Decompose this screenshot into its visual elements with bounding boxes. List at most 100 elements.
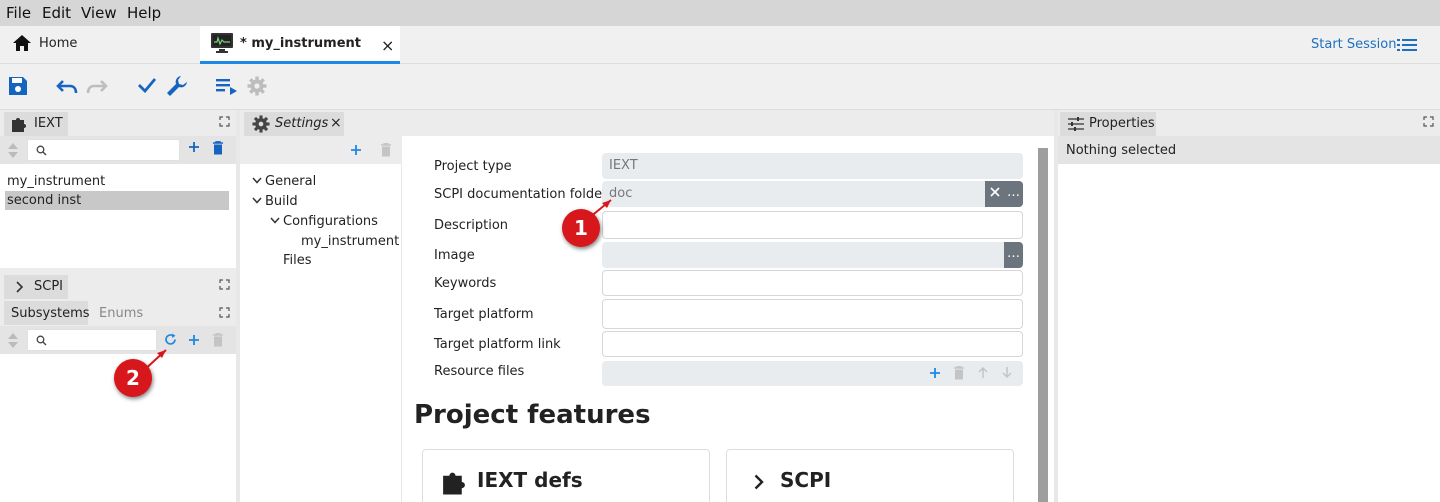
- tree-item-build[interactable]: Build: [265, 194, 298, 209]
- tab-close-icon[interactable]: ×: [381, 36, 394, 55]
- arrow-up-icon[interactable]: [977, 366, 989, 379]
- project-features-heading: Project features: [414, 400, 651, 430]
- wrench-icon[interactable]: [165, 74, 189, 98]
- checkmark-icon[interactable]: [137, 77, 157, 93]
- monitor-icon: [210, 32, 234, 54]
- delete-icon[interactable]: [212, 333, 224, 347]
- scpi-toolbar: [0, 326, 236, 354]
- menu-view[interactable]: View: [81, 4, 117, 22]
- chevron-right-icon: [754, 474, 764, 490]
- project-type-field: IEXT: [602, 153, 1023, 179]
- run-list-icon[interactable]: [216, 77, 238, 95]
- target-platform-link-input[interactable]: [602, 331, 1023, 357]
- delete-icon[interactable]: [953, 366, 965, 380]
- puzzle-icon: [440, 468, 468, 496]
- chevron-right-icon: [16, 281, 24, 293]
- document-tab-bar: Home * my_instrument × Start Session: [0, 26, 1440, 64]
- settings-gear-icon[interactable]: [247, 76, 267, 96]
- feature-card-scpi[interactable]: SCPI: [726, 449, 1014, 502]
- sliders-icon: [1068, 117, 1084, 131]
- menu-help[interactable]: Help: [127, 4, 161, 22]
- list-item-label: second inst: [7, 193, 82, 208]
- list-item-selected[interactable]: second inst: [5, 191, 229, 210]
- list-item-label: my_instrument: [7, 174, 106, 189]
- target-platform-label: Target platform: [434, 307, 534, 322]
- tree-item-files[interactable]: Files: [283, 253, 312, 268]
- field-buttons: …: [985, 181, 1023, 207]
- maximize-icon[interactable]: [219, 307, 230, 318]
- browse-button[interactable]: …: [1007, 246, 1020, 261]
- tree-item-config[interactable]: my_instrument: [301, 234, 399, 249]
- delete-icon[interactable]: [380, 143, 392, 157]
- settings-panel-title: Settings: [275, 116, 329, 131]
- feature-card-iext[interactable]: IEXT defs: [422, 449, 710, 502]
- tab-subsystems-label: Subsystems: [11, 306, 90, 321]
- iext-toolbar: [0, 136, 236, 164]
- puzzle-icon: [10, 115, 28, 133]
- description-input[interactable]: [602, 211, 1023, 239]
- scpi-doc-folder-field[interactable]: doc …: [602, 181, 1023, 207]
- target-platform-input[interactable]: [602, 299, 1023, 329]
- arrow-down-icon[interactable]: [1001, 366, 1013, 379]
- tab-home-label: Home: [39, 36, 78, 51]
- maximize-icon[interactable]: [219, 116, 230, 127]
- properties-panel-title: Properties: [1089, 116, 1155, 131]
- resource-files-label: Resource files: [434, 364, 525, 379]
- sort-arrows-icon[interactable]: [8, 143, 18, 158]
- redo-icon[interactable]: [86, 78, 108, 94]
- project-type-value: IEXT: [609, 158, 638, 173]
- tab-enums[interactable]: Enums: [92, 301, 152, 325]
- menu-bar: File Edit View Help: [0, 0, 1440, 26]
- refresh-icon[interactable]: [164, 333, 177, 346]
- tab-iext[interactable]: IEXT: [4, 112, 68, 136]
- annotation-badge-1: 1: [562, 209, 600, 247]
- scrollbar-thumb[interactable]: [1038, 148, 1048, 502]
- tab-enums-label: Enums: [99, 306, 144, 321]
- clear-icon[interactable]: [990, 187, 1000, 197]
- add-icon[interactable]: [350, 144, 362, 156]
- list-menu-icon[interactable]: [1397, 38, 1417, 52]
- tree-item-configurations[interactable]: Configurations: [283, 214, 378, 229]
- list-item[interactable]: my_instrument: [5, 172, 229, 191]
- tab-subsystems[interactable]: Subsystems: [4, 301, 90, 325]
- chevron-down-icon[interactable]: [252, 197, 262, 204]
- image-field[interactable]: …: [602, 242, 1023, 268]
- add-icon[interactable]: [188, 141, 200, 153]
- add-icon[interactable]: [188, 334, 200, 346]
- undo-icon[interactable]: [56, 78, 78, 94]
- settings-tree-pane: General Build Configurations my_instrume…: [240, 136, 402, 502]
- chevron-down-icon[interactable]: [270, 217, 280, 224]
- iext-list: my_instrument second inst: [0, 164, 236, 268]
- project-type-label: Project type: [434, 159, 512, 174]
- start-session-link[interactable]: Start Session: [1311, 37, 1397, 52]
- save-icon[interactable]: [8, 76, 28, 96]
- tab-my-instrument[interactable]: * my_instrument ×: [200, 26, 400, 64]
- target-platform-link-label: Target platform link: [434, 337, 561, 352]
- nothing-selected-text: Nothing selected: [1066, 143, 1177, 158]
- tab-close-icon[interactable]: ×: [330, 115, 342, 131]
- home-icon: [12, 34, 32, 52]
- scpi-panel-header: SCPI: [0, 273, 236, 299]
- add-icon[interactable]: [929, 367, 941, 379]
- search-icon: [36, 335, 47, 346]
- sort-arrows-icon[interactable]: [8, 333, 18, 348]
- tab-home[interactable]: Home: [0, 26, 200, 64]
- menu-edit[interactable]: Edit: [42, 4, 71, 22]
- field-buttons: …: [1004, 242, 1023, 268]
- iext-search-input[interactable]: [27, 139, 180, 161]
- tab-properties[interactable]: Properties: [1060, 112, 1156, 136]
- keywords-input[interactable]: [602, 270, 1023, 296]
- maximize-icon[interactable]: [219, 279, 230, 290]
- menu-file[interactable]: File: [6, 4, 31, 22]
- feature-card-title: IEXT defs: [477, 468, 583, 492]
- tab-scpi[interactable]: SCPI: [4, 275, 68, 299]
- maximize-icon[interactable]: [1423, 116, 1434, 127]
- gear-icon: [252, 115, 270, 133]
- delete-icon[interactable]: [212, 141, 224, 155]
- scpi-panel-title: SCPI: [34, 279, 64, 294]
- chevron-down-icon[interactable]: [252, 177, 262, 184]
- tab-settings[interactable]: Settings ×: [244, 112, 344, 136]
- settings-panel-header: Settings ×: [240, 110, 1054, 136]
- browse-button[interactable]: …: [1007, 185, 1020, 200]
- tree-item-general[interactable]: General: [265, 174, 316, 189]
